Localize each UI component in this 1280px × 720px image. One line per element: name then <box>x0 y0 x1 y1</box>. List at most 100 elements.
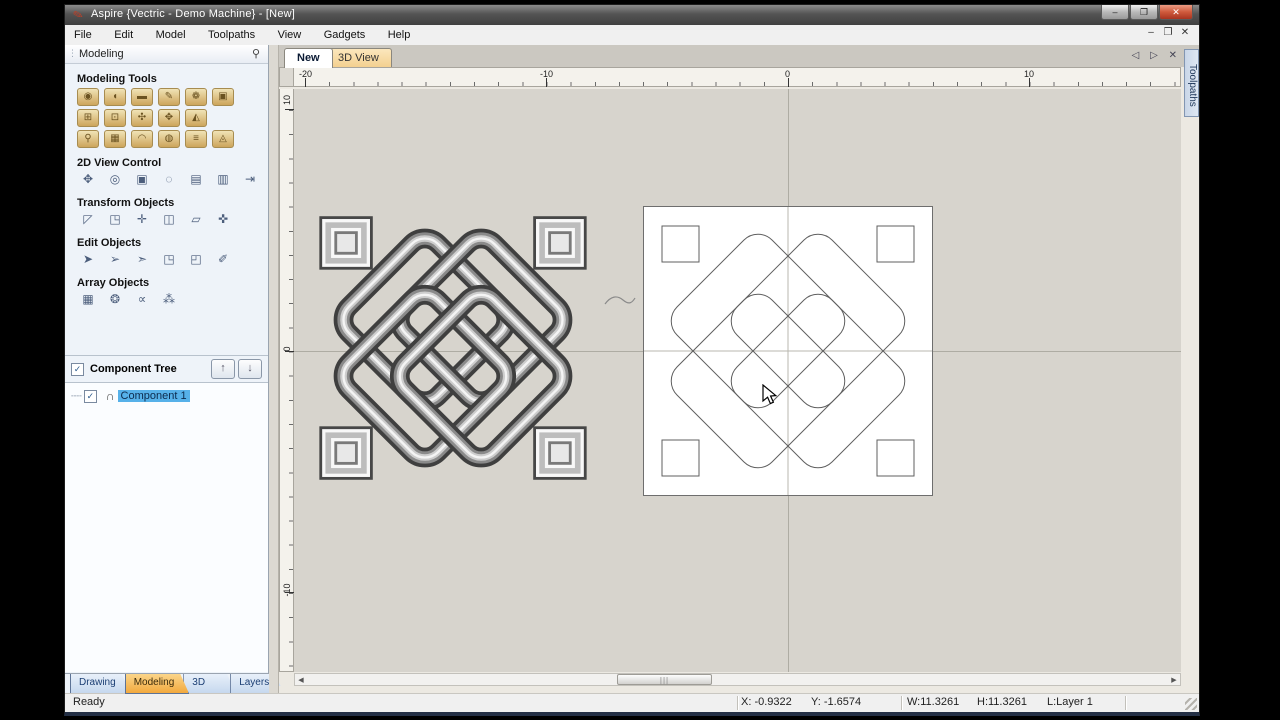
horizontal-scroll-thumb[interactable]: ||| <box>617 674 712 685</box>
two-rail-sweep-icon[interactable]: ◖ <box>104 88 126 106</box>
sculpt-icon[interactable]: ✎ <box>158 88 180 106</box>
toolpaths-panel-tab[interactable]: Toolpaths <box>1184 49 1199 117</box>
status-layer: L:Layer 1 <box>1047 696 1093 708</box>
ungroup-icon[interactable]: ◰ <box>185 252 207 268</box>
component-tree-title: Component Tree <box>90 363 208 375</box>
node-edit-icon[interactable]: ➢ <box>104 252 126 268</box>
block-array-icon[interactable]: ▦ <box>77 292 99 308</box>
zoom-box-icon[interactable]: ▣ <box>131 172 153 188</box>
zoom-icon[interactable]: ◎ <box>104 172 126 188</box>
carve-icon[interactable]: ⚲ <box>77 130 99 148</box>
panel-splitter[interactable] <box>269 45 279 694</box>
nest-objects-icon[interactable]: ⁂ <box>158 292 180 308</box>
small-curve-vector[interactable] <box>604 294 636 308</box>
v-ruler-label: -10 <box>282 583 292 597</box>
rotate-icon[interactable]: ✛ <box>131 212 153 228</box>
title-bar[interactable]: ✎ Aspire {Vectric - Demo Machine} - [New… <box>65 5 1199 26</box>
circular-array-icon[interactable]: ❂ <box>104 292 126 308</box>
celtic-knot-3d-component[interactable] <box>317 204 589 492</box>
menu-toolpaths[interactable]: Toolpaths <box>199 26 264 46</box>
split-view-icon[interactable]: ▥ <box>212 172 234 188</box>
slice-model-icon[interactable]: ≡ <box>185 130 207 148</box>
scroll-left-icon[interactable]: ◀ <box>297 676 305 684</box>
panel-header[interactable]: ⋮⋮ Modeling ⚲ <box>65 45 268 64</box>
zoom-drawing-icon[interactable]: ▤ <box>185 172 207 188</box>
texture-area-icon[interactable]: ▦ <box>104 130 126 148</box>
move-up-button[interactable]: ↑ <box>211 359 235 379</box>
emboss-icon[interactable]: ◭ <box>185 109 207 127</box>
move-down-button[interactable]: ↓ <box>238 359 262 379</box>
component-tree: ✓ Component Tree ↑ ↓ ╌╌ ✓ ∩ Component 1 <box>65 355 268 672</box>
component-1-checkbox[interactable]: ✓ <box>84 390 97 403</box>
align-center-icon[interactable]: ✜ <box>212 212 234 228</box>
component-tree-checkbox[interactable]: ✓ <box>71 363 84 376</box>
vertical-ruler: 10 0 -10 <box>279 89 294 672</box>
aspire-logo-icon: ✎ <box>71 7 84 23</box>
minimize-button[interactable]: – <box>1101 5 1129 20</box>
component-boundary-icon[interactable]: ⊡ <box>104 109 126 127</box>
wireframe-icon[interactable]: ◬ <box>212 130 234 148</box>
horizontal-scrollbar[interactable]: ◀ ||| ▶ <box>294 673 1181 686</box>
v-ruler-label: 0 <box>282 342 292 356</box>
menu-model[interactable]: Model <box>147 26 195 46</box>
select-icon[interactable]: ➤ <box>77 252 99 268</box>
pin-icon[interactable]: ⚲ <box>252 47 260 60</box>
texture-icon[interactable]: ❁ <box>185 88 207 106</box>
close-button[interactable]: ✕ <box>1159 5 1193 20</box>
status-x: X: -0.9322 <box>741 696 792 708</box>
menu-edit[interactable]: Edit <box>105 26 142 46</box>
switch-view-icon[interactable]: ⇥ <box>239 172 261 188</box>
extrude-icon[interactable]: ▬ <box>131 88 153 106</box>
component-tree-header: ✓ Component Tree ↑ ↓ <box>65 356 268 383</box>
mdi-minimize-icon[interactable]: – <box>1143 27 1159 38</box>
drawing-canvas[interactable] <box>294 89 1181 672</box>
mirror-icon[interactable]: ◫ <box>158 212 180 228</box>
menu-view[interactable]: View <box>269 26 311 46</box>
zoom-selected-icon[interactable]: ◌ <box>158 172 180 188</box>
selection-to-component-icon[interactable]: ⊞ <box>77 109 99 127</box>
measure-icon[interactable]: ➣ <box>131 252 153 268</box>
move-icon[interactable]: ◸ <box>77 212 99 228</box>
maximize-button[interactable]: ❐ <box>1130 5 1158 20</box>
menu-file[interactable]: File <box>65 26 101 46</box>
create-shape-icon[interactable]: ◉ <box>77 88 99 106</box>
scale-icon[interactable]: ◳ <box>104 212 126 228</box>
celtic-knot-2d-vectors[interactable] <box>643 206 933 496</box>
menu-help[interactable]: Help <box>379 26 420 46</box>
menu-gadgets[interactable]: Gadgets <box>315 26 375 46</box>
tab-drawing[interactable]: Drawing <box>70 674 131 694</box>
job-material-area[interactable] <box>643 206 933 496</box>
mdi-close-icon[interactable]: ✕ <box>1177 27 1193 38</box>
split-component-icon[interactable]: ✣ <box>131 109 153 127</box>
turn-model-icon[interactable]: ◍ <box>158 130 180 148</box>
fillet-icon[interactable]: ✐ <box>212 252 234 268</box>
mdi-restore-icon[interactable]: ❐ <box>1160 27 1176 38</box>
component-icon: ∩ <box>106 389 115 403</box>
scroll-right-icon[interactable]: ▶ <box>1170 676 1178 684</box>
horizontal-ruler: -20 -10 0 10 <box>294 67 1181 87</box>
import-component-icon[interactable]: ▣ <box>212 88 234 106</box>
group-icon[interactable]: ◳ <box>158 252 180 268</box>
section-array-objects: Array Objects <box>77 277 268 289</box>
tab-new[interactable]: New <box>284 48 333 68</box>
weave-component-icon[interactable]: ✥ <box>158 109 180 127</box>
pan-icon[interactable]: ✥ <box>77 172 99 188</box>
dome-icon[interactable]: ◠ <box>131 130 153 148</box>
mouse-cursor <box>762 384 778 406</box>
tab-3d-view[interactable]: 3D View <box>325 48 392 68</box>
tab-nav-arrows[interactable]: ◁ ▷ ✕ <box>1132 50 1181 61</box>
window-title: Aspire {Vectric - Demo Machine} - [New] <box>91 8 295 20</box>
status-height: H:11.3261 <box>977 696 1027 708</box>
tab-3d-clipart[interactable]: 3D Clipart <box>183 674 236 694</box>
document-tab-strip: New 3D View ◁ ▷ ✕ <box>279 45 1199 68</box>
resize-grip[interactable] <box>1185 698 1197 710</box>
component-1-label[interactable]: Component 1 <box>118 390 190 402</box>
v-ruler-label: 10 <box>282 93 292 107</box>
panel-title: Modeling <box>79 48 124 60</box>
copy-along-vector-icon[interactable]: ∝ <box>131 292 153 308</box>
tree-item-component-1[interactable]: ╌╌ ✓ ∩ Component 1 <box>71 389 268 403</box>
tree-branch: ╌╌ <box>71 391 82 402</box>
ruler-corner <box>279 67 294 87</box>
tab-modeling[interactable]: Modeling <box>125 674 190 694</box>
distort-icon[interactable]: ▱ <box>185 212 207 228</box>
